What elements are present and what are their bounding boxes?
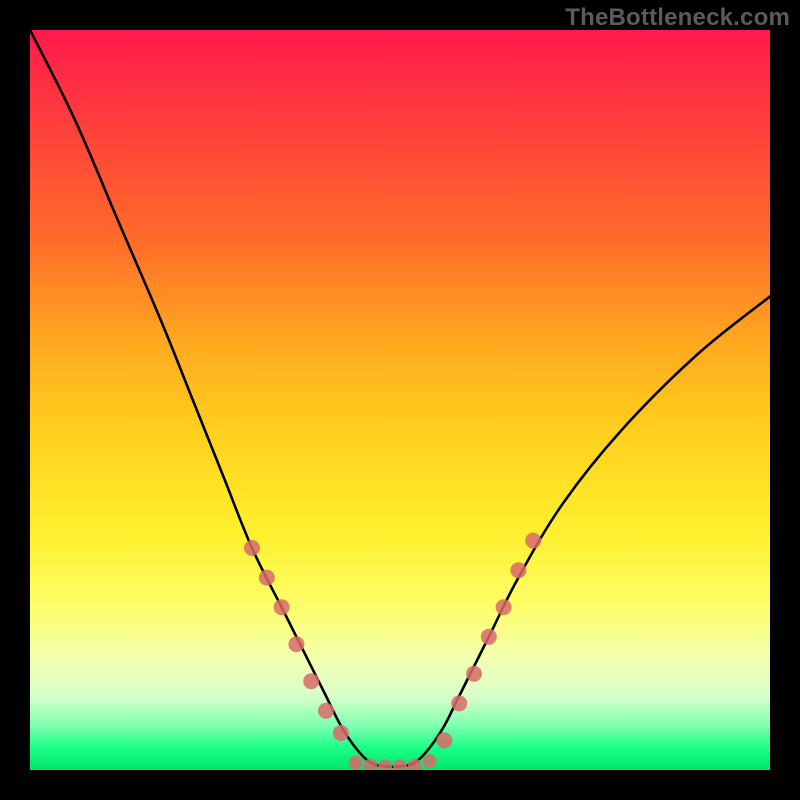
curve-dot	[510, 562, 526, 578]
curve-dot	[303, 673, 319, 689]
curve-dot	[423, 754, 437, 768]
curve-dot	[436, 732, 452, 748]
curve-dot	[349, 756, 363, 770]
curve-dot	[318, 703, 334, 719]
curve-dot	[274, 599, 290, 615]
curve-dot	[378, 759, 392, 770]
watermark-text: TheBottleneck.com	[565, 4, 790, 32]
curve-dots-group	[244, 533, 541, 770]
chart-svg	[30, 30, 770, 770]
bottleneck-curve	[30, 30, 770, 767]
curve-dot	[244, 540, 260, 556]
curve-dot	[451, 695, 467, 711]
curve-dot	[288, 636, 304, 652]
curve-dot	[466, 666, 482, 682]
curve-dot	[393, 759, 407, 770]
curve-dot	[496, 599, 512, 615]
curve-dot	[259, 570, 275, 586]
curve-dot	[525, 533, 541, 549]
curve-dot	[481, 629, 497, 645]
curve-dot	[333, 725, 349, 741]
chart-plot-area	[30, 30, 770, 770]
